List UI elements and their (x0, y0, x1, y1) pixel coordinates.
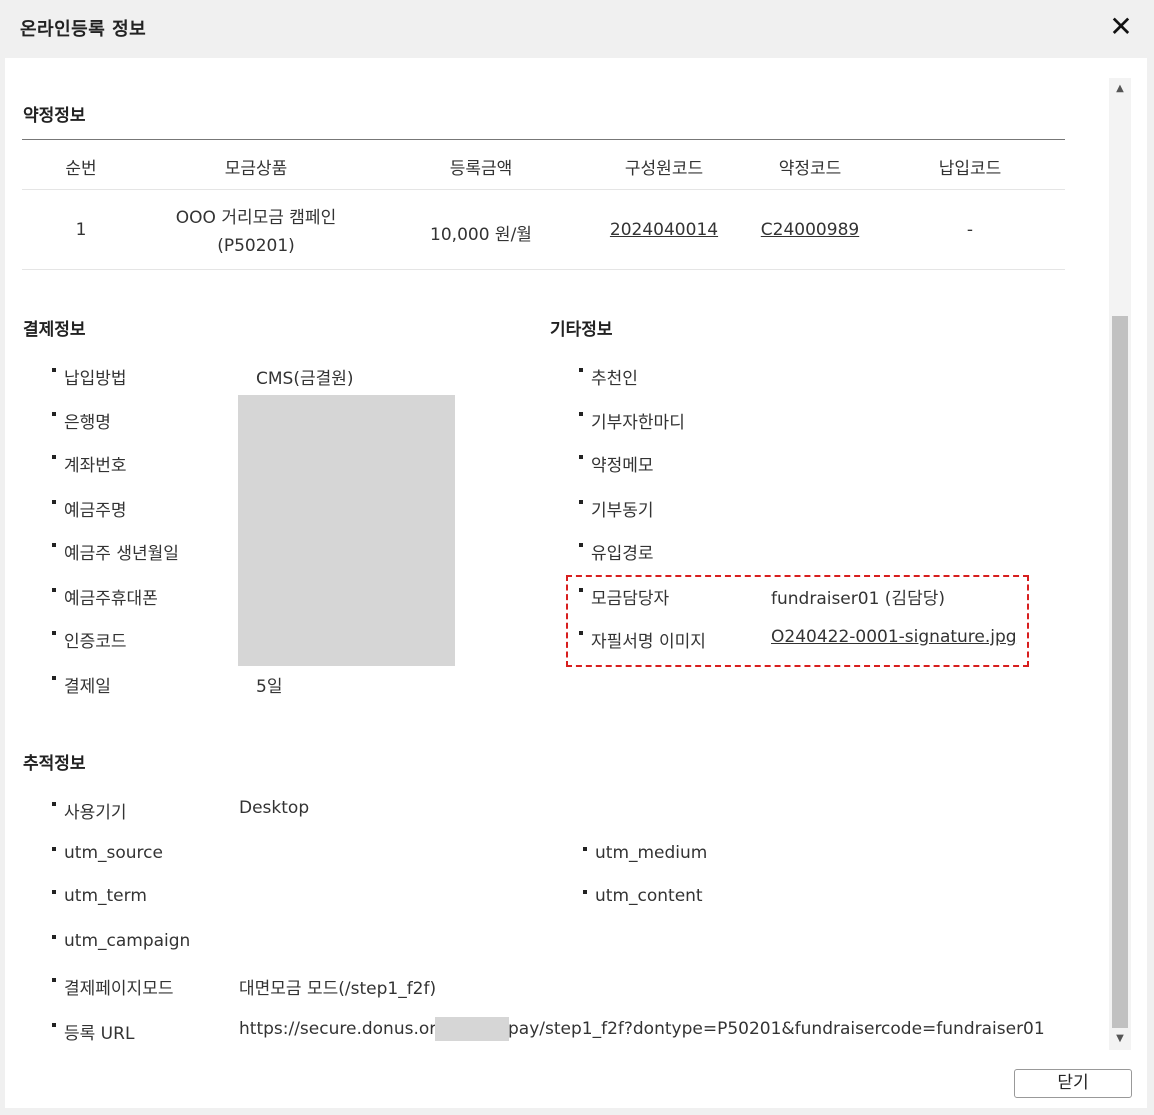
payment-label-bank: 은행명 (52, 408, 111, 433)
payment-value-pay-day: 5일 (256, 677, 283, 697)
tracking-value-device: Desktop (239, 798, 310, 818)
other-label-inflow: 유입경로 (579, 539, 654, 564)
payment-label-pay-day: 결제일 (52, 672, 111, 697)
col-header-index: 순번 (65, 159, 97, 179)
payment-label-method: 납입방법 (52, 364, 127, 389)
cell-index: 1 (75, 220, 87, 240)
table-top-border (22, 139, 1065, 140)
tracking-value-mode: 대면모금 모드(/step1_f2f) (239, 979, 437, 999)
other-label-referrer: 추천인 (579, 364, 638, 389)
payment-label-account: 계좌번호 (52, 451, 127, 476)
col-header-member-code: 구성원코드 (624, 159, 704, 179)
dialog-content: 약정정보 순번 모금상품 등록금액 구성원코드 약정코드 납입코드 1 OOO … (5, 58, 1147, 1108)
cell-amount: 10,000 원/월 (430, 225, 532, 245)
payment-label-holder-birth: 예금주 생년월일 (52, 539, 179, 564)
tracking-label-utm-medium: utm_medium (582, 843, 708, 863)
scroll-down-arrow-icon[interactable]: ▼ (1109, 1028, 1131, 1050)
tracking-label-url: 등록 URL (51, 1019, 134, 1044)
section-title-payment: 결제정보 (23, 320, 86, 340)
section-title-tracking: 추적정보 (23, 754, 86, 774)
table-header-divider (22, 189, 1065, 190)
member-code-link[interactable]: 2024040014 (610, 220, 718, 240)
redacted-url-segment (435, 1017, 509, 1041)
payment-label-auth-code: 인증코드 (52, 627, 127, 652)
col-header-pledge-code: 약정코드 (778, 159, 842, 179)
scrollbar-thumb[interactable] (1112, 316, 1128, 1028)
other-label-signature: 자필서명 이미지 (579, 627, 706, 652)
col-header-amount: 등록금액 (449, 159, 513, 179)
close-icon[interactable]: ✕ (1106, 12, 1136, 42)
tracking-label-utm-content: utm_content (583, 886, 703, 906)
table-bottom-border (22, 269, 1065, 270)
section-title-other: 기타정보 (550, 320, 613, 340)
tracking-label-mode: 결제페이지모드 (51, 974, 173, 999)
redacted-block (238, 395, 455, 666)
other-label-donor-message: 기부자한마디 (579, 408, 685, 433)
tracking-label-utm-source: utm_source (52, 843, 163, 863)
tracking-label-utm-term: utm_term (52, 886, 147, 906)
other-value-fundraiser: fundraiser01 (김담당) (771, 589, 945, 609)
dialog-title: 온라인등록 정보 (20, 19, 147, 40)
vertical-scrollbar[interactable]: ▲ ▼ (1109, 78, 1131, 1050)
cell-product-code: (P50201) (217, 236, 295, 256)
cell-product-name: OOO 거리모금 캠페인 (175, 208, 337, 228)
pledge-code-link[interactable]: C24000989 (761, 220, 859, 240)
other-label-motive: 기부동기 (579, 496, 654, 521)
col-header-product: 모금상품 (224, 159, 288, 179)
payment-label-holder: 예금주명 (52, 496, 127, 521)
section-title-pledge: 약정정보 (23, 106, 86, 126)
tracking-url-prefix: https://secure.donus.org, (239, 1019, 453, 1039)
dialog-titlebar: 온라인등록 정보 ✕ (0, 0, 1154, 58)
other-label-pledge-memo: 약정메모 (579, 451, 654, 476)
scroll-up-arrow-icon[interactable]: ▲ (1109, 78, 1131, 100)
tracking-url-suffix: pay/step1_f2f?dontype=P50201&fundraiserc… (508, 1019, 1045, 1039)
tracking-label-device: 사용기기 (52, 798, 127, 823)
payment-label-holder-phone: 예금주휴대폰 (52, 584, 158, 609)
signature-image-link[interactable]: O240422-0001-signature.jpg (771, 627, 1017, 647)
other-label-fundraiser: 모금담당자 (578, 584, 669, 609)
close-button[interactable]: 닫기 (1014, 1069, 1132, 1098)
payment-value-method: CMS(금결원) (256, 369, 354, 389)
col-header-payment-code: 납입코드 (938, 159, 1002, 179)
tracking-label-utm-campaign: utm_campaign (51, 931, 191, 951)
cell-payment-code: - (966, 220, 974, 240)
